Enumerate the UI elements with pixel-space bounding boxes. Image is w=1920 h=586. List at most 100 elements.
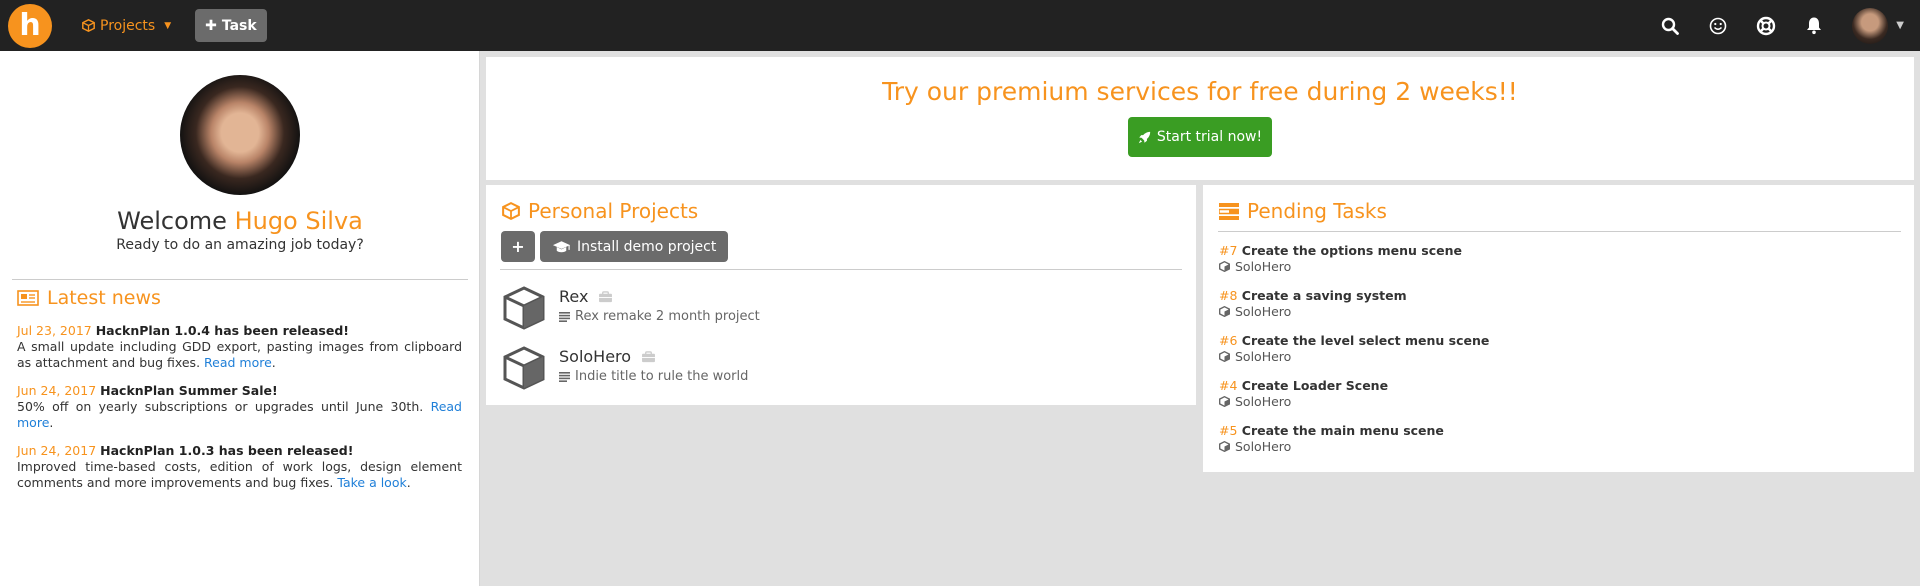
- rocket-icon: [1138, 131, 1151, 143]
- cube-icon: [82, 19, 95, 32]
- news-date: Jun 24, 2017: [17, 443, 97, 458]
- projects-dropdown[interactable]: Projects ▼: [82, 18, 171, 34]
- task-project: SoloHero: [1235, 439, 1292, 454]
- news-read-more-link[interactable]: Read more: [204, 355, 272, 370]
- latest-news-title: Latest news: [17, 287, 161, 309]
- project-item-solohero[interactable]: SoloHero Indie title to rule the world: [501, 345, 1161, 393]
- project-item-rex[interactable]: Rex Rex remake 2 month project: [501, 285, 1161, 333]
- cube-icon: [502, 202, 520, 220]
- premium-banner: Try our premium services for free during…: [486, 57, 1914, 180]
- newspaper-icon: [17, 290, 39, 306]
- task-number: #5: [1219, 423, 1238, 438]
- project-cube-icon: [503, 346, 545, 390]
- notifications-button[interactable]: [1790, 0, 1838, 51]
- news-headline: HacknPlan Summer Sale!: [100, 383, 278, 398]
- search-button[interactable]: [1646, 0, 1694, 51]
- news-date: Jul 23, 2017: [17, 323, 92, 338]
- project-name: Rex: [559, 287, 613, 306]
- add-task-button[interactable]: ✚ Task: [195, 9, 267, 42]
- add-project-label: +: [511, 237, 525, 256]
- smiley-icon: [1709, 17, 1727, 34]
- sidebar: Welcome Hugo Silva Ready to do an amazin…: [0, 51, 480, 586]
- task-number: #7: [1219, 243, 1238, 258]
- add-project-button[interactable]: +: [501, 231, 535, 262]
- help-button[interactable]: [1742, 0, 1790, 51]
- project-name-text: SoloHero: [559, 347, 632, 366]
- task-number: #6: [1219, 333, 1238, 348]
- news-text: 50% off on yearly subscriptions or upgra…: [17, 399, 424, 414]
- cube-icon: [1219, 351, 1230, 362]
- task-item[interactable]: #5 Create the main menu scene SoloHero: [1219, 423, 1899, 468]
- personal-projects-panel: Personal Projects + Install demo project…: [486, 185, 1196, 405]
- user-menu-chevron-icon[interactable]: ▼: [1896, 20, 1904, 31]
- project-description: Indie title to rule the world: [559, 369, 748, 384]
- news-headline: HacknPlan 1.0.4 has been released!: [95, 323, 349, 338]
- welcome-prefix: Welcome: [117, 207, 227, 235]
- divider: [500, 269, 1182, 270]
- user-avatar[interactable]: [1852, 7, 1889, 44]
- plus-icon: ✚: [205, 17, 217, 34]
- task-title: Create a saving system: [1241, 288, 1407, 303]
- cube-icon: [1219, 306, 1230, 317]
- cube-icon: [1219, 261, 1230, 272]
- project-name: SoloHero: [559, 347, 656, 366]
- project-name-text: Rex: [559, 287, 589, 306]
- project-cube-icon: [503, 286, 545, 330]
- search-icon: [1662, 17, 1680, 35]
- graduation-cap-icon: [552, 240, 571, 252]
- install-demo-project-button[interactable]: Install demo project: [540, 231, 729, 262]
- pending-tasks-panel: Pending Tasks #7 Create the options menu…: [1203, 185, 1914, 472]
- news-item: Jun 24, 2017 HacknPlan Summer Sale! 50% …: [17, 383, 462, 430]
- project-description: Rex remake 2 month project: [559, 309, 760, 324]
- project-description-text: Indie title to rule the world: [575, 369, 749, 384]
- task-item[interactable]: #6 Create the level select menu scene So…: [1219, 333, 1899, 378]
- task-title: Create the main menu scene: [1241, 423, 1444, 438]
- cube-icon: [1219, 396, 1230, 407]
- news-item: Jul 23, 2017 HacknPlan 1.0.4 has been re…: [17, 323, 462, 370]
- logo-letter: h: [19, 8, 41, 43]
- project-description-text: Rex remake 2 month project: [575, 309, 760, 324]
- install-demo-label: Install demo project: [577, 238, 717, 255]
- task-number: #4: [1219, 378, 1238, 393]
- hacknplan-logo[interactable]: h: [8, 3, 52, 48]
- lifebuoy-icon: [1757, 16, 1776, 35]
- welcome-subtitle: Ready to do an amazing job today?: [116, 237, 364, 253]
- news-item: Jun 24, 2017 HacknPlan 1.0.3 has been re…: [17, 443, 462, 490]
- divider: [12, 279, 468, 280]
- top-navbar: h Projects ▼ ✚ Task ▼: [0, 0, 1920, 51]
- task-number: #8: [1219, 288, 1238, 303]
- personal-projects-label: Personal Projects: [528, 199, 699, 223]
- feedback-button[interactable]: [1694, 0, 1742, 51]
- task-project: SoloHero: [1235, 394, 1292, 409]
- latest-news-label: Latest news: [47, 287, 161, 309]
- projects-label: Projects: [100, 17, 156, 34]
- navbar-right: ▼: [1646, 0, 1920, 51]
- task-title: Create the level select menu scene: [1241, 333, 1490, 348]
- briefcase-icon: [642, 350, 656, 362]
- tasks-list-icon: [1219, 202, 1239, 220]
- bell-icon: [1807, 17, 1822, 35]
- news-list: Jul 23, 2017 HacknPlan 1.0.4 has been re…: [17, 323, 462, 503]
- task-title: Create the options menu scene: [1241, 243, 1462, 258]
- task-project: SoloHero: [1235, 304, 1292, 319]
- welcome-heading: Welcome Hugo Silva: [0, 207, 480, 235]
- task-item[interactable]: #7 Create the options menu scene SoloHer…: [1219, 243, 1899, 288]
- start-trial-label: Start trial now!: [1156, 129, 1263, 145]
- divider: [1218, 231, 1901, 232]
- project-actions: + Install demo project: [501, 231, 729, 262]
- task-item[interactable]: #8 Create a saving system SoloHero: [1219, 288, 1899, 333]
- news-date: Jun 24, 2017: [17, 383, 97, 398]
- task-project: SoloHero: [1235, 349, 1292, 364]
- pending-tasks-label: Pending Tasks: [1247, 199, 1387, 223]
- text-lines-icon: [559, 311, 570, 322]
- chevron-down-icon: ▼: [164, 20, 172, 31]
- task-project: SoloHero: [1235, 259, 1292, 274]
- pending-tasks-title: Pending Tasks: [1219, 199, 1387, 223]
- task-item[interactable]: #4 Create Loader Scene SoloHero: [1219, 378, 1899, 423]
- start-trial-button[interactable]: Start trial now!: [1128, 117, 1272, 157]
- cube-icon: [1219, 441, 1230, 452]
- text-lines-icon: [559, 371, 570, 382]
- profile-photo: [180, 75, 300, 195]
- news-take-a-look-link[interactable]: Take a look: [337, 475, 406, 490]
- news-headline: HacknPlan 1.0.3 has been released!: [100, 443, 354, 458]
